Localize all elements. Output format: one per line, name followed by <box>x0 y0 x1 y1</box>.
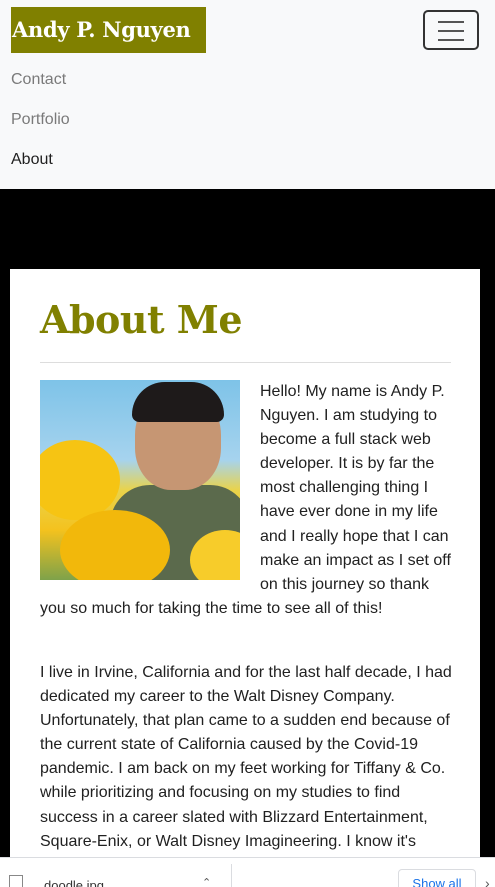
nav-link-about[interactable]: About <box>11 151 53 169</box>
hamburger-icon-bar <box>438 30 464 32</box>
navbar: Andy P. Nguyen Contact Portfolio About <box>0 0 495 189</box>
divider <box>40 362 451 363</box>
file-icon <box>9 875 23 887</box>
nav-link-portfolio[interactable]: Portfolio <box>11 111 70 129</box>
hamburger-icon-bar <box>438 39 464 41</box>
brand-logo[interactable]: Andy P. Nguyen <box>11 7 206 53</box>
chevron-right-icon[interactable]: › <box>485 875 490 887</box>
menu-toggle-button[interactable] <box>423 10 479 50</box>
hamburger-icon <box>438 21 464 23</box>
bio-text: Hello! My name is Andy P. Nguyen. I am s… <box>40 380 454 887</box>
divider <box>231 864 232 887</box>
download-file-name[interactable]: doodle.jpg <box>44 878 104 887</box>
bio-paragraph: I live in Irvine, California and for the… <box>40 663 452 850</box>
page-title: About Me <box>40 297 243 342</box>
about-card: About Me Hello! My name is Andy P. Nguye… <box>10 269 480 887</box>
download-bar: doodle.jpg ⌃ Show all › <box>0 857 495 887</box>
chevron-up-icon[interactable]: ⌃ <box>202 876 211 887</box>
nav-link-contact[interactable]: Contact <box>11 71 66 89</box>
show-all-button[interactable]: Show all <box>398 869 476 887</box>
